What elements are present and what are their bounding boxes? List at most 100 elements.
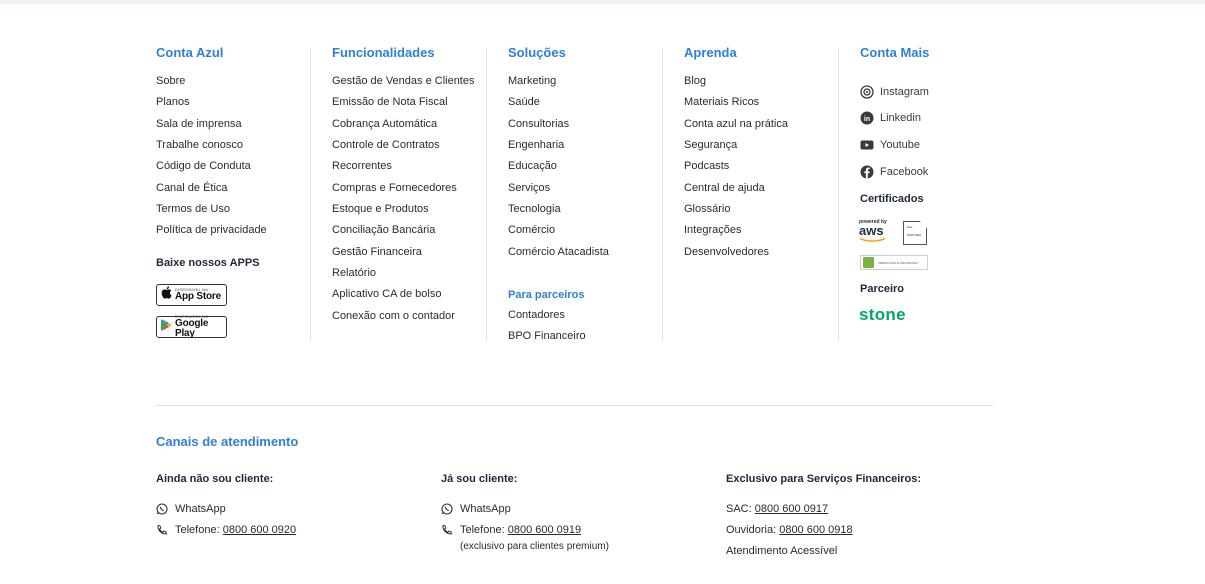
footer-link[interactable]: Glossário — [684, 202, 788, 223]
google-play-badge[interactable]: DISPONÍVEL NO Google Play — [156, 315, 227, 339]
canais-title: Canais de atendimento — [156, 434, 299, 449]
footer-link[interactable]: Cobrança Automática — [332, 117, 474, 138]
footer-link[interactable]: Desenvolvedores — [684, 245, 788, 266]
column-title: Funcionalidades — [332, 45, 435, 60]
column-title: Conta Mais — [860, 45, 930, 60]
footer-link[interactable]: Comércio — [508, 223, 609, 244]
partner-link-contadores[interactable]: Contadores — [508, 309, 565, 321]
whatsapp-link[interactable]: WhatsApp — [156, 503, 226, 515]
footer-link[interactable]: Estoque e Produtos — [332, 202, 474, 223]
whatsapp-link[interactable]: WhatsApp — [441, 503, 511, 515]
social-link-facebook[interactable]: Facebook — [860, 165, 928, 179]
footer-link[interactable]: Planos — [156, 95, 267, 116]
footer-link[interactable]: Controle de Contratos — [332, 138, 474, 159]
footer-column-conta-azul: Conta Azul Sobre Planos Sala de imprensa Tr… — [156, 44, 267, 245]
ouvidoria-number-link[interactable]: 0800 600 0918 — [779, 524, 852, 536]
footer-link[interactable]: Código de Conduta — [156, 159, 267, 180]
app-store-label: App Store — [175, 291, 221, 302]
partners-title: Para parceiros — [508, 289, 585, 301]
social-link-linkedin[interactable]: in Linkedin — [860, 111, 921, 125]
footer-link[interactable]: Integrações — [684, 223, 788, 244]
footer-link[interactable]: Segurança — [684, 138, 788, 159]
footer-link[interactable]: Relatório — [332, 266, 474, 287]
social-link-youtube[interactable]: Youtube — [860, 138, 920, 152]
section-divider — [156, 405, 993, 406]
social-label: Instagram — [880, 86, 929, 98]
social-label: Youtube — [880, 139, 920, 151]
social-label: Facebook — [880, 166, 929, 178]
google-play-icon — [161, 318, 172, 336]
footer-link[interactable]: Blog — [684, 74, 788, 95]
footer-link[interactable]: Saúde — [508, 95, 609, 116]
column-divider — [310, 48, 311, 342]
footer-link[interactable]: Gestão de Vendas e Clientes — [332, 74, 474, 95]
footer-link[interactable]: Podcasts — [684, 159, 788, 180]
channel-heading-new-client: Ainda não sou cliente: — [156, 473, 274, 485]
whatsapp-label: WhatsApp — [460, 503, 511, 515]
premium-note: (exclusivo para clientes premium) — [460, 541, 609, 552]
google-play-label: Google Play — [175, 318, 209, 339]
shield-check-icon — [863, 257, 874, 268]
footer-link[interactable]: Serviços — [508, 181, 609, 202]
footer-column-solucoes: Soluções Marketing Saúde Consultorias Engen… — [508, 44, 609, 266]
footer-column-aprenda: Aprenda Blog Materiais Ricos Conta azul na… — [684, 44, 788, 266]
channel-heading-financial: Exclusivo para Serviços Financeiros: — [726, 473, 922, 485]
footer-link[interactable]: Conta azul na prática — [684, 117, 788, 138]
footer-link[interactable]: Engenharia — [508, 138, 609, 159]
footer-link[interactable]: Conciliação Bancária — [332, 223, 474, 244]
parceiro-title: Parceiro — [860, 283, 905, 295]
footer-link[interactable]: Sala de imprensa — [156, 117, 267, 138]
apps-title: Baixe nossos APPS — [156, 257, 260, 269]
footer-link[interactable]: Central de ajuda — [684, 181, 788, 202]
channel-heading-client: Já sou cliente: — [441, 473, 518, 485]
social-link-instagram[interactable]: Instagram — [860, 85, 929, 99]
footer-link[interactable]: Trabalhe conosco — [156, 138, 267, 159]
footer-link[interactable]: Recorrentes — [332, 159, 474, 180]
phone-line: Telefone: 0800 600 0920 — [156, 524, 296, 536]
column-title: Aprenda — [684, 45, 737, 60]
footer-link[interactable]: Educação — [508, 159, 609, 180]
partner-link-bpo[interactable]: BPO Financeiro — [508, 330, 586, 342]
social-label: Linkedin — [880, 112, 921, 124]
footer-link[interactable]: Sobre — [156, 74, 267, 95]
phone-line: Telefone: 0800 600 0919 — [441, 524, 581, 536]
footer-link[interactable]: Termos de Uso — [156, 202, 267, 223]
ouvidoria-label: Ouvidoria: — [726, 524, 777, 536]
sac-number-link[interactable]: 0800 600 0917 — [755, 503, 828, 515]
whatsapp-icon — [441, 503, 453, 515]
footer-link[interactable]: Emissão de Nota Fiscal — [332, 95, 474, 116]
accessible-service-link[interactable]: Atendimento Acessível — [726, 545, 837, 557]
column-title: Soluções — [508, 45, 566, 60]
phone-number-link[interactable]: 0800 600 0920 — [223, 524, 296, 536]
whatsapp-label: WhatsApp — [175, 503, 226, 515]
footer-link[interactable]: Comércio Atacadista — [508, 245, 609, 266]
footer-link[interactable]: Canal de Ética — [156, 181, 267, 202]
footer-column-funcionalidades: Funcionalidades Gestão de Vendas e Clien… — [332, 44, 474, 330]
phone-icon — [441, 524, 453, 536]
footer-link[interactable]: Política de privacidade — [156, 223, 267, 244]
footer-link[interactable]: Consultorias — [508, 117, 609, 138]
footer-link[interactable]: Conexão com o contador — [332, 309, 474, 330]
phone-number-link[interactable]: 0800 600 0919 — [508, 524, 581, 536]
sac-line: SAC: 0800 600 0917 — [726, 503, 828, 515]
youtube-icon — [860, 138, 874, 152]
footer-link[interactable]: Compras e Fornecedores — [332, 181, 474, 202]
column-title: Conta Azul — [156, 45, 224, 60]
footer-link[interactable]: Marketing — [508, 74, 609, 95]
footer-link[interactable]: Gestão Financeira — [332, 245, 474, 266]
footer-column-conta-mais: Conta Mais — [860, 44, 929, 62]
facebook-icon — [860, 165, 874, 179]
footer-link[interactable]: Materiais Ricos — [684, 95, 788, 116]
footer-link[interactable]: Aplicativo CA de bolso — [332, 287, 474, 308]
app-store-badge[interactable]: DISPONÍVEL NA App Store — [156, 284, 227, 306]
certificados-title: Certificados — [860, 193, 924, 205]
phone-label: Telefone: — [460, 524, 505, 536]
footer-link[interactable]: Tecnologia — [508, 202, 609, 223]
linkedin-icon: in — [860, 111, 874, 125]
instagram-icon — [860, 85, 874, 99]
stone-logo[interactable]: stone — [859, 305, 906, 325]
aws-logo: powered by aws — [859, 220, 893, 246]
top-border — [0, 0, 1205, 4]
phone-label: Telefone: — [175, 524, 220, 536]
whatsapp-icon — [156, 503, 168, 515]
